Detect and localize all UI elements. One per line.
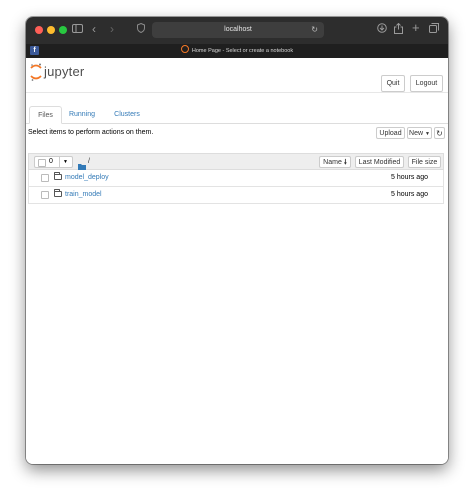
download-icon[interactable]	[377, 23, 387, 37]
file-list-header: 0 ▼ / Name 🠗 Last Modified File size	[28, 153, 444, 170]
new-tab-icon[interactable]: +	[412, 21, 420, 35]
file-modified-time: 5 hours ago	[391, 174, 428, 181]
jupyter-logo[interactable]: jupyter	[30, 62, 84, 82]
url-text: localhost	[224, 26, 252, 33]
select-dropdown-caret-icon[interactable]: ▼	[63, 157, 68, 167]
new-button-label: New	[409, 130, 424, 137]
tab-running[interactable]: Running	[63, 106, 101, 123]
tab-overview-icon[interactable]	[429, 23, 439, 37]
file-name-link[interactable]: model_deploy	[65, 170, 109, 186]
tab-files[interactable]: Files	[29, 106, 62, 124]
file-row[interactable]: train_model 5 hours ago	[28, 187, 444, 204]
sort-name-label: Name	[323, 159, 342, 166]
main-tabs: Files Running Clusters	[26, 106, 448, 124]
upload-button[interactable]: Upload	[376, 127, 405, 139]
jupyter-logo-icon	[30, 63, 42, 81]
sort-by-name-button[interactable]: Name 🠗	[319, 156, 351, 168]
folder-icon	[54, 172, 62, 180]
privacy-shield-icon[interactable]	[137, 22, 145, 37]
selection-hint: Select items to perform actions on them.	[28, 129, 154, 136]
new-dropdown-button[interactable]: New ▼	[407, 127, 432, 139]
select-all-control[interactable]: 0 ▼	[34, 156, 73, 168]
address-bar[interactable]: localhost ↻	[152, 22, 324, 38]
jupyter-header: jupyter Quit Logout	[26, 58, 448, 93]
browser-tab-bar: f Home Page - Select or create a noteboo…	[26, 44, 448, 58]
jupyter-logo-text: jupyter	[44, 64, 85, 79]
browser-window: ‹ › localhost ↻ + f Home Page - Select o…	[26, 17, 448, 464]
file-modified-time: 5 hours ago	[391, 191, 428, 198]
quit-button[interactable]: Quit	[381, 75, 405, 92]
minimize-window-button[interactable]	[47, 26, 55, 34]
sort-by-modified-button[interactable]: Last Modified	[355, 156, 404, 168]
browser-tab-title: Home Page - Select or create a notebook	[191, 48, 294, 54]
close-window-button[interactable]	[35, 26, 43, 34]
reload-icon[interactable]: ↻	[311, 22, 318, 38]
browser-titlebar: ‹ › localhost ↻ +	[26, 17, 448, 44]
forward-icon[interactable]: ›	[110, 22, 114, 36]
select-all-checkbox[interactable]	[38, 159, 46, 167]
jupyter-tab-icon	[180, 45, 189, 53]
refresh-icon: ↻	[436, 129, 443, 138]
selected-count: 0	[49, 158, 53, 165]
page-content: jupyter Quit Logout Files Running Cluste…	[26, 58, 448, 464]
logout-button[interactable]: Logout	[410, 75, 443, 92]
file-name-link[interactable]: train_model	[65, 187, 102, 203]
tab-clusters[interactable]: Clusters	[106, 106, 148, 123]
refresh-button[interactable]: ↻	[434, 127, 445, 139]
back-icon[interactable]: ‹	[92, 22, 96, 36]
file-row[interactable]: model_deploy 5 hours ago	[28, 170, 444, 187]
browser-tab[interactable]: Home Page - Select or create a notebook	[26, 44, 448, 58]
folder-icon	[54, 189, 62, 197]
sidebar-toggle-icon[interactable]	[72, 23, 83, 37]
breadcrumb-path[interactable]: /	[88, 154, 90, 169]
share-icon[interactable]	[394, 22, 403, 38]
sort-by-size-button[interactable]: File size	[408, 156, 441, 168]
arrow-down-icon: 🠗	[343, 159, 347, 166]
zoom-window-button[interactable]	[59, 26, 67, 34]
row-checkbox[interactable]	[41, 174, 49, 182]
caret-down-icon: ▼	[425, 131, 430, 137]
row-checkbox[interactable]	[41, 191, 49, 199]
